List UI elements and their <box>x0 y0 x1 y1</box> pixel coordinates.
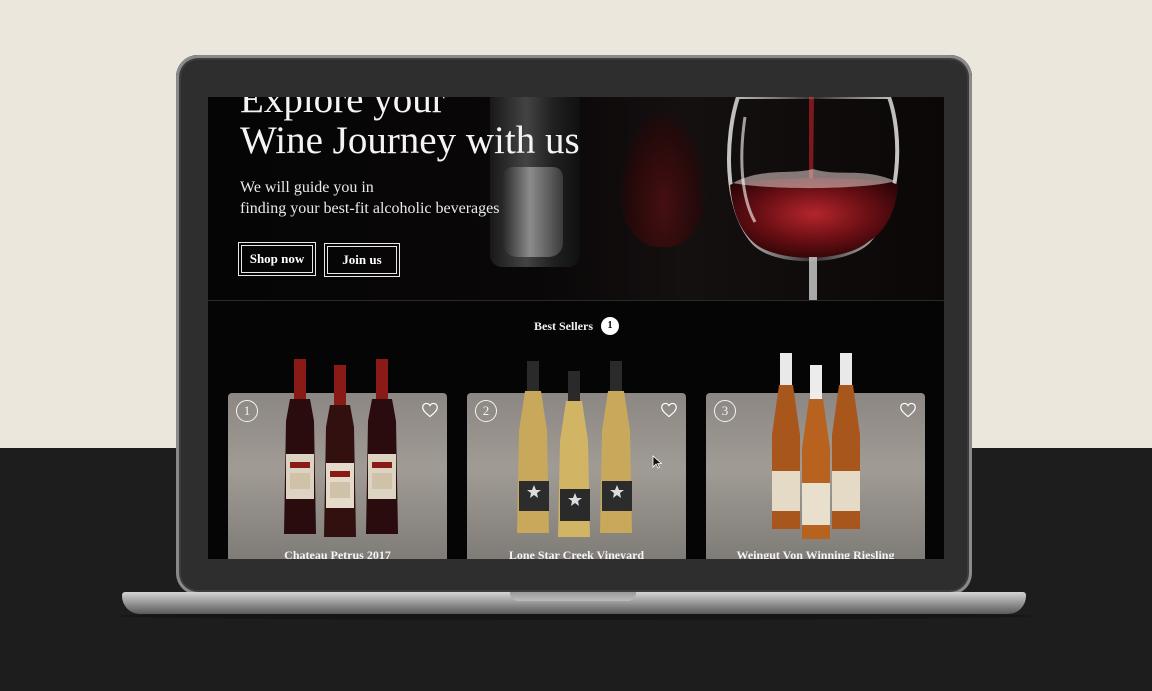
hero-banner: Explore your Wine Journey with us We wil… <box>208 97 944 300</box>
laptop-screen: Explore your Wine Journey with us We wil… <box>208 97 944 559</box>
join-us-button[interactable]: Join us <box>324 243 400 277</box>
best-sellers-badge: 1 <box>602 318 618 335</box>
cursor-icon <box>652 455 662 469</box>
hero-headline-line2: Wine Journey with us <box>240 119 580 162</box>
hero-subtitle-line1: We will guide you in <box>240 179 374 196</box>
rank-badge: 1 <box>236 400 258 422</box>
heart-icon[interactable] <box>421 402 439 418</box>
product-name[interactable]: Lone Star Creek Vineyard <box>467 548 686 559</box>
section-divider <box>208 300 944 301</box>
laptop-notch <box>510 592 636 601</box>
product-card-lone-star-creek[interactable]: 2 Lone Star Creek Vineyard <box>467 361 686 559</box>
hero-headline-line1: Explore your <box>240 97 445 121</box>
best-sellers-title: Best Sellers <box>534 318 593 333</box>
wine-glass-icon <box>727 97 900 300</box>
best-sellers-heading: Best Sellers 1 <box>208 318 944 335</box>
hero-glass-background-image <box>618 107 708 247</box>
shop-now-button[interactable]: Shop now <box>238 242 316 276</box>
heart-icon[interactable] <box>899 402 917 418</box>
product-image-white-bottles <box>517 361 632 537</box>
product-card-chateau-petrus[interactable]: 1 Chateau Petrus 2017 <box>228 359 447 559</box>
hero-subtitle: We will guide you in finding your best-f… <box>240 177 499 219</box>
rank-badge: 3 <box>714 400 736 422</box>
product-name[interactable]: Weingut Von Winning Riesling <box>706 548 925 559</box>
rank-badge: 2 <box>475 400 497 422</box>
hero-headline: Explore your Wine Journey with us <box>240 97 580 161</box>
product-image-red-bottles <box>284 359 398 537</box>
product-name[interactable]: Chateau Petrus 2017 <box>228 548 447 559</box>
product-card-weingut-von-winning[interactable]: 3 Weingut Von Winning Riesling <box>706 353 925 559</box>
hero-pourer-image <box>503 167 563 257</box>
heart-icon[interactable] <box>660 402 678 418</box>
product-image-riesling-bottles <box>772 353 860 539</box>
hero-subtitle-line2: finding your best-fit alcoholic beverage… <box>240 200 500 217</box>
